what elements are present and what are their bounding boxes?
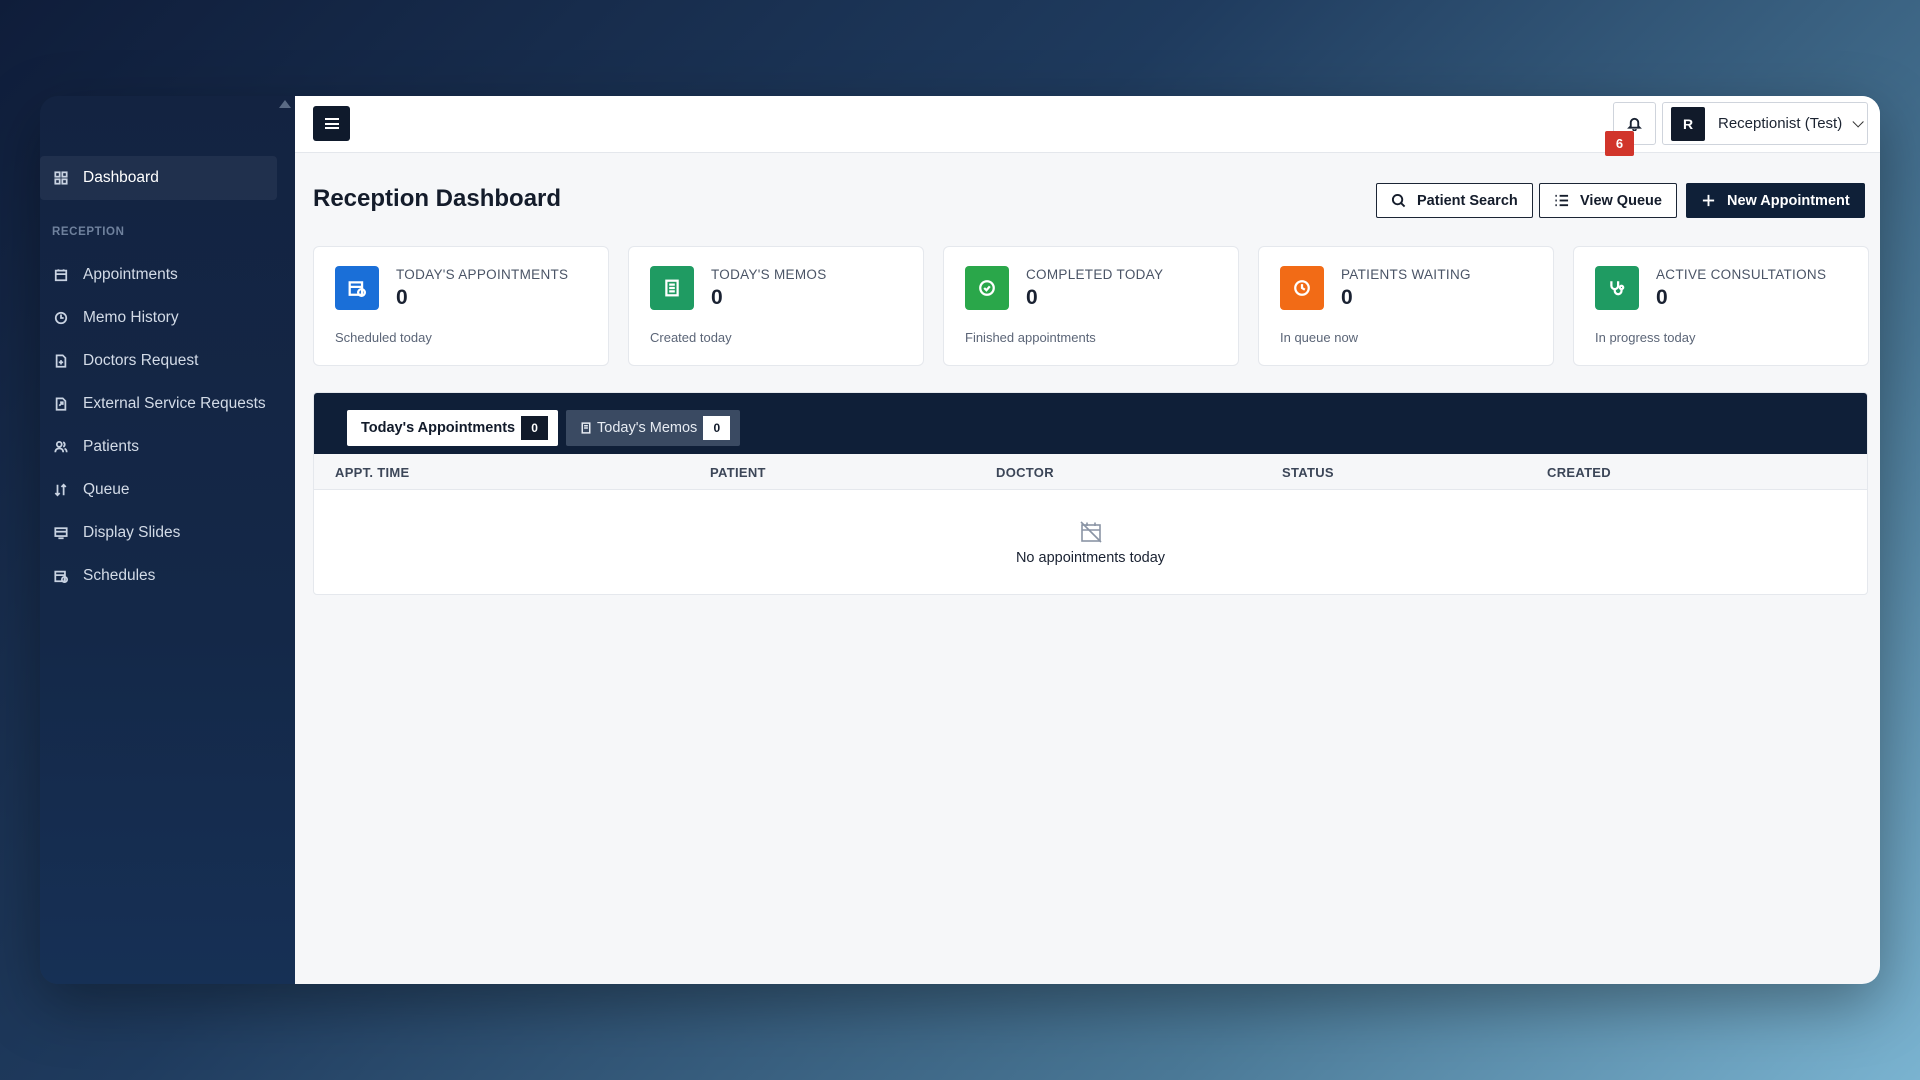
tab-count-badge: 0 <box>703 416 731 440</box>
empty-state-text: No appointments today <box>1015 550 1166 566</box>
sidebar-item-label: Doctors Request <box>83 352 199 369</box>
chevron-down-icon <box>1852 115 1864 128</box>
table-header: APPT. TIME PATIENT DOCTOR STATUS CREATED <box>314 454 1867 490</box>
sidebar-item-label: External Service Requests <box>83 395 266 412</box>
sidebar-item-queue[interactable]: Queue <box>40 468 277 512</box>
column-header-created[interactable]: CREATED <box>1547 465 1611 480</box>
stat-icon-bg <box>335 266 379 310</box>
avatar: R <box>1671 106 1705 141</box>
stat-card-active-consultations: ACTIVE CONSULTATIONS 0 In progress today <box>1573 246 1869 366</box>
patient-search-label: Patient Search <box>1417 192 1518 209</box>
search-icon <box>1391 193 1406 208</box>
stethoscope-icon <box>1610 281 1625 296</box>
sidebar-item-appointments[interactable]: Appointments <box>40 253 277 297</box>
sidebar-item-schedules[interactable]: Schedules <box>40 554 277 598</box>
list-icon <box>1555 194 1569 207</box>
stat-label: TODAY'S MEMOS <box>711 267 827 282</box>
stat-subtext: Scheduled today <box>335 330 432 345</box>
sidebar-item-label: Display Slides <box>83 524 181 541</box>
tab-todays-memos[interactable]: Today's Memos 0 <box>566 410 741 446</box>
calendar-off-icon <box>1079 520 1103 544</box>
menu-toggle-button[interactable] <box>313 106 350 141</box>
tab-bar: Today's Appointments 0 Today's Memos 0 <box>314 393 1867 454</box>
calendar-icon <box>52 266 70 284</box>
stat-card-patients-waiting: PATIENTS WAITING 0 In queue now <box>1258 246 1554 366</box>
sidebar-item-label: Schedules <box>83 567 156 584</box>
app-window: Dashboard RECEPTION Appointments Memo Hi… <box>40 96 1880 984</box>
bell-icon <box>1627 117 1642 131</box>
stat-value: 0 <box>1656 286 1668 309</box>
stat-subtext: In progress today <box>1595 330 1696 345</box>
hamburger-icon <box>324 118 339 129</box>
stat-subtext: Created today <box>650 330 732 345</box>
stat-label: PATIENTS WAITING <box>1341 267 1471 282</box>
sidebar-item-label: Dashboard <box>83 169 159 186</box>
sidebar: Dashboard RECEPTION Appointments Memo Hi… <box>40 96 295 984</box>
sidebar-item-external-service-requests[interactable]: External Service Requests <box>40 382 277 426</box>
sidebar-item-memo-history[interactable]: Memo History <box>40 296 277 340</box>
schedule-icon <box>52 567 70 585</box>
sidebar-item-dashboard[interactable]: Dashboard <box>40 156 277 200</box>
column-header-status[interactable]: STATUS <box>1282 465 1334 480</box>
stat-value: 0 <box>711 286 723 309</box>
file-icon <box>52 352 70 370</box>
stat-icon-bg <box>1280 266 1324 310</box>
sidebar-scroll-up[interactable] <box>279 100 291 108</box>
sidebar-item-display-slides[interactable]: Display Slides <box>40 511 277 555</box>
sidebar-section-reception: RECEPTION <box>52 226 125 238</box>
column-header-doctor[interactable]: DOCTOR <box>996 465 1054 480</box>
sidebar-item-label: Patients <box>83 438 140 455</box>
check-circle-icon <box>979 280 995 296</box>
tab-todays-appointments[interactable]: Today's Appointments 0 <box>347 410 559 446</box>
stat-icon-bg <box>1595 266 1639 310</box>
sidebar-item-label: Memo History <box>83 309 179 326</box>
user-name: Receptionist (Test) <box>1718 115 1843 132</box>
dashboard-icon <box>52 169 70 187</box>
tab-label: Today's Appointments <box>361 420 516 436</box>
memo-icon <box>581 422 591 434</box>
patient-search-button[interactable]: Patient Search <box>1376 183 1533 218</box>
stat-subtext: In queue now <box>1280 330 1359 345</box>
stat-icon-bg <box>965 266 1009 310</box>
external-icon <box>52 395 70 413</box>
stat-card-completed-today: COMPLETED TODAY 0 Finished appointments <box>943 246 1239 366</box>
plus-icon <box>1702 194 1715 207</box>
tab-label: Today's Memos <box>597 420 698 436</box>
stat-card-todays-appointments: TODAY'S APPOINTMENTS 0 Scheduled today <box>313 246 609 366</box>
sidebar-item-doctors-request[interactable]: Doctors Request <box>40 339 277 383</box>
stat-value: 0 <box>1026 286 1038 309</box>
clock-icon <box>1294 280 1310 296</box>
topbar: 6 R Receptionist (Test) <box>295 96 1880 156</box>
stat-label: COMPLETED TODAY <box>1026 267 1164 282</box>
sidebar-item-label: Appointments <box>83 266 178 283</box>
users-icon <box>52 438 70 456</box>
calendar-clock-icon <box>348 281 366 297</box>
document-icon <box>665 279 679 297</box>
tab-count-badge: 0 <box>521 416 549 440</box>
stat-value: 0 <box>396 286 408 309</box>
column-header-patient[interactable]: PATIENT <box>710 465 766 480</box>
sidebar-item-patients[interactable]: Patients <box>40 425 277 469</box>
column-header-appt-time[interactable]: APPT. TIME <box>335 465 410 480</box>
stat-icon-bg <box>650 266 694 310</box>
appointments-panel: Today's Appointments 0 Today's Memos 0 A… <box>313 392 1868 595</box>
stat-subtext: Finished appointments <box>965 330 1096 345</box>
sidebar-item-label: Queue <box>83 481 130 498</box>
stat-label: TODAY'S APPOINTMENTS <box>396 267 569 282</box>
main-content: 6 R Receptionist (Test) Reception Dashbo… <box>295 96 1880 984</box>
slides-icon <box>52 524 70 542</box>
view-queue-label: View Queue <box>1580 192 1662 209</box>
stat-card-todays-memos: TODAY'S MEMOS 0 Created today <box>628 246 924 366</box>
new-appointment-button[interactable]: New Appointment <box>1686 183 1865 218</box>
new-appointment-label: New Appointment <box>1727 192 1850 209</box>
page-title: Reception Dashboard <box>313 185 562 212</box>
history-icon <box>52 309 70 327</box>
sort-icon <box>52 481 70 499</box>
stat-label: ACTIVE CONSULTATIONS <box>1656 267 1827 282</box>
stat-value: 0 <box>1341 286 1353 309</box>
view-queue-button[interactable]: View Queue <box>1539 183 1677 218</box>
user-menu-button[interactable]: R Receptionist (Test) <box>1662 102 1868 145</box>
notification-count-badge: 6 <box>1605 131 1634 156</box>
